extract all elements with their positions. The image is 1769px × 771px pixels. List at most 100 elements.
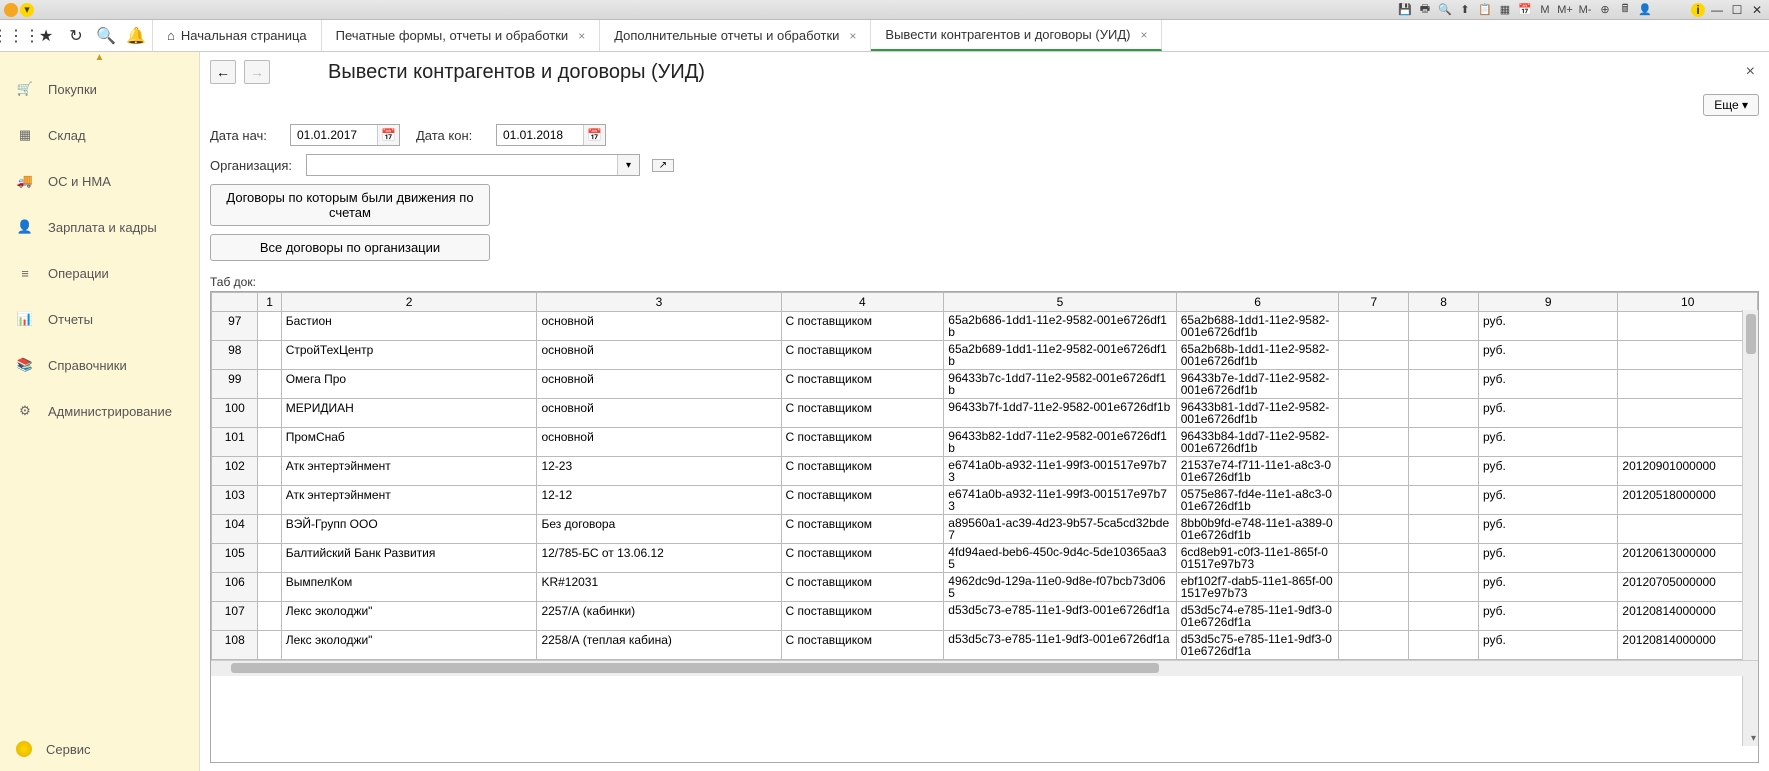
data-table[interactable]: 12345678910 97БастионосновнойС поставщик… (210, 291, 1759, 763)
maximize-button[interactable]: ☐ (1729, 3, 1745, 17)
table-cell[interactable] (1339, 370, 1409, 399)
table-cell[interactable]: С поставщиком (781, 486, 944, 515)
sidebar-item-admin[interactable]: ⚙ Администрирование (0, 388, 199, 434)
table-cell[interactable]: 20120814000000 (1618, 631, 1758, 660)
table-cell[interactable] (1339, 457, 1409, 486)
table-cell[interactable]: 12-12 (537, 486, 781, 515)
sidebar-item-operations[interactable]: ≡ Операции (0, 250, 199, 296)
dropdown-icon[interactable]: ▾ (617, 155, 639, 175)
all-contracts-button[interactable]: Все договоры по организации (210, 234, 490, 261)
tab-home[interactable]: ⌂ Начальная страница (153, 20, 322, 51)
table-cell[interactable]: 65a2b68b-1dd1-11e2-9582-001e6726df1b (1176, 341, 1339, 370)
table-cell[interactable]: С поставщиком (781, 399, 944, 428)
table-cell[interactable] (258, 602, 281, 631)
table-cell[interactable] (1339, 602, 1409, 631)
table-cell[interactable]: 96433b7c-1dd7-11e2-9582-001e6726df1b (944, 370, 1176, 399)
table-cell[interactable] (258, 457, 281, 486)
table-cell[interactable] (258, 515, 281, 544)
table-cell[interactable]: 8bb0b9fd-e748-11e1-a389-001e6726df1b (1176, 515, 1339, 544)
table-cell[interactable]: ВымпелКом (281, 573, 537, 602)
more-button[interactable]: Еще ▾ (1703, 94, 1759, 116)
table-cell[interactable]: руб. (1478, 370, 1617, 399)
table-cell[interactable]: МЕРИДИАН (281, 399, 537, 428)
apps-icon[interactable]: ⋮⋮⋮ (6, 26, 26, 46)
sidebar-item-directories[interactable]: 📚 Справочники (0, 342, 199, 388)
table-cell[interactable]: 65a2b689-1dd1-11e2-9582-001e6726df1b (944, 341, 1176, 370)
table-cell[interactable]: Омега Про (281, 370, 537, 399)
table-header[interactable]: 5 (944, 293, 1176, 312)
mem-mminus-icon[interactable]: M- (1577, 2, 1593, 18)
table-cell[interactable] (1618, 428, 1758, 457)
table-cell[interactable] (1409, 312, 1479, 341)
table-header[interactable]: 9 (1478, 293, 1617, 312)
sidebar-item-purchases[interactable]: 🛒 Покупки (0, 66, 199, 112)
table-cell[interactable]: С поставщиком (781, 341, 944, 370)
grid-icon[interactable]: ▦ (1497, 2, 1513, 18)
table-cell[interactable]: 96433b7f-1dd7-11e2-9582-001e6726df1b (944, 399, 1176, 428)
upload-icon[interactable]: ⬆ (1457, 2, 1473, 18)
info-icon[interactable]: i (1691, 3, 1705, 17)
minimize-button[interactable]: — (1709, 3, 1725, 17)
table-cell[interactable]: 21537e74-f711-11e1-a8c3-001e6726df1b (1176, 457, 1339, 486)
table-cell[interactable]: 20120901000000 (1618, 457, 1758, 486)
table-cell[interactable] (1409, 399, 1479, 428)
save-icon[interactable]: 💾 (1397, 2, 1413, 18)
table-cell[interactable]: руб. (1478, 544, 1617, 573)
app-menu-icon[interactable]: ▾ (20, 3, 34, 17)
table-cell[interactable]: С поставщиком (781, 370, 944, 399)
table-row[interactable]: 100МЕРИДИАНосновнойС поставщиком96433b7f… (212, 399, 1758, 428)
table-cell[interactable] (1409, 515, 1479, 544)
table-cell[interactable]: 96433b84-1dd7-11e2-9582-001e6726df1b (1176, 428, 1339, 457)
table-cell[interactable]: a89560a1-ac39-4d23-9b57-5ca5cd32bde7 (944, 515, 1176, 544)
table-cell[interactable] (1339, 399, 1409, 428)
search-doc-icon[interactable]: 🔍 (1437, 2, 1453, 18)
table-cell[interactable]: 96433b81-1dd7-11e2-9582-001e6726df1b (1176, 399, 1339, 428)
table-cell[interactable]: 20120814000000 (1618, 602, 1758, 631)
table-cell[interactable]: e6741a0b-a932-11e1-99f3-001517e97b73 (944, 457, 1176, 486)
table-cell[interactable]: d53d5c73-e785-11e1-9df3-001e6726df1a (944, 631, 1176, 660)
tab-print-forms[interactable]: Печатные формы, отчеты и обработки × (322, 20, 601, 51)
table-row[interactable]: 107Лекс эколоджи"2257/А (кабинки)С поста… (212, 602, 1758, 631)
table-cell[interactable]: основной (537, 399, 781, 428)
table-cell[interactable] (258, 573, 281, 602)
table-header[interactable]: 10 (1618, 293, 1758, 312)
table-cell[interactable] (1409, 370, 1479, 399)
table-cell[interactable]: 97 (212, 312, 258, 341)
table-cell[interactable]: 0575e867-fd4e-11e1-a8c3-001e6726df1b (1176, 486, 1339, 515)
table-cell[interactable]: руб. (1478, 341, 1617, 370)
table-cell[interactable]: 65a2b688-1dd1-11e2-9582-001e6726df1b (1176, 312, 1339, 341)
table-cell[interactable]: С поставщиком (781, 544, 944, 573)
table-cell[interactable]: 2258/А (теплая кабина) (537, 631, 781, 660)
table-cell[interactable]: 20120705000000 (1618, 573, 1758, 602)
calc-icon[interactable]: 🖩 (1617, 2, 1633, 18)
table-cell[interactable]: 104 (212, 515, 258, 544)
table-row[interactable]: 104ВЭЙ-Групп ОООБез договораС поставщико… (212, 515, 1758, 544)
table-cell[interactable] (1409, 486, 1479, 515)
date-start-input[interactable] (291, 125, 377, 145)
table-header[interactable]: 7 (1339, 293, 1409, 312)
table-cell[interactable]: ПромСнаб (281, 428, 537, 457)
table-cell[interactable]: 4962dc9d-129a-11e0-9d8e-f07bcb73d065 (944, 573, 1176, 602)
table-header[interactable]: 2 (281, 293, 537, 312)
table-row[interactable]: 102Атк энтертэйнмент12-23С поставщикомe6… (212, 457, 1758, 486)
zoom-icon[interactable]: ⊕ (1597, 2, 1613, 18)
table-cell[interactable]: 12-23 (537, 457, 781, 486)
table-cell[interactable]: 65a2b686-1dd1-11e2-9582-001e6726df1b (944, 312, 1176, 341)
table-cell[interactable]: 106 (212, 573, 258, 602)
tab-close-icon[interactable]: × (578, 29, 585, 43)
table-cell[interactable]: С поставщиком (781, 428, 944, 457)
table-cell[interactable] (1409, 341, 1479, 370)
table-cell[interactable]: руб. (1478, 486, 1617, 515)
nav-forward-button[interactable]: → (244, 60, 270, 84)
table-cell[interactable]: основной (537, 428, 781, 457)
table-cell[interactable]: руб. (1478, 573, 1617, 602)
sidebar-item-reports[interactable]: 📊 Отчеты (0, 296, 199, 342)
table-cell[interactable]: 102 (212, 457, 258, 486)
table-cell[interactable]: 2257/А (кабинки) (537, 602, 781, 631)
mem-m-icon[interactable]: M (1537, 2, 1553, 18)
close-page-button[interactable]: × (1742, 63, 1759, 81)
table-row[interactable]: 97БастионосновнойС поставщиком65a2b686-1… (212, 312, 1758, 341)
table-cell[interactable]: С поставщиком (781, 602, 944, 631)
table-row[interactable]: 98СтройТехЦентросновнойС поставщиком65a2… (212, 341, 1758, 370)
table-cell[interactable]: Балтийский Банк Развития (281, 544, 537, 573)
